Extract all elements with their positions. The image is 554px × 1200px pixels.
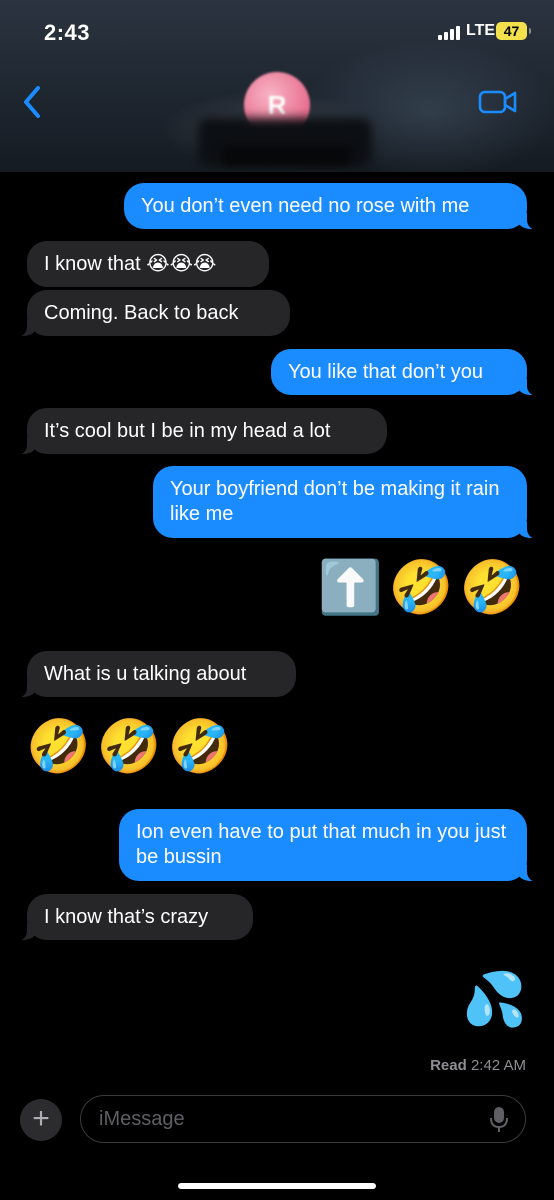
read-receipt: Read 2:42 AM [430, 1057, 526, 1074]
message-sent[interactable]: Ion even have to put that much in you ju… [119, 809, 537, 882]
video-camera-icon [478, 90, 517, 114]
message-sent[interactable]: You like that don’t you [271, 349, 537, 396]
message-sent[interactable]: Your boyfriend don’t be making it rain l… [153, 466, 537, 539]
input-placeholder: iMessage [99, 1108, 185, 1130]
battery-icon: 47 [496, 22, 531, 40]
message-received[interactable]: It’s cool but I be in my head a lot [17, 408, 387, 455]
plus-icon: + [32, 1102, 50, 1135]
imessage-input[interactable]: iMessage [80, 1095, 526, 1143]
message-sent[interactable]: You don’t even need no rose with me [124, 183, 537, 230]
read-label: Read [430, 1057, 467, 1074]
message-received[interactable]: I know that’s crazy [17, 894, 253, 941]
message-text: You don’t even need no rose with me [141, 195, 470, 217]
message-text: It’s cool but I be in my head a lot [44, 420, 331, 442]
home-indicator [178, 1183, 376, 1189]
back-button[interactable] [18, 84, 48, 120]
emoji-message-received[interactable]: 🤣🤣🤣 [26, 717, 238, 777]
message-text: Your boyfriend don’t be making it rain l… [170, 478, 500, 525]
status-time: 2:43 [44, 20, 91, 45]
emoji-message-sent[interactable]: ⬆️🤣🤣 [318, 558, 530, 618]
message-text: I know that’s crazy [44, 906, 209, 928]
message-text: I know that 😭😭😭 [44, 253, 217, 275]
network-type: LTE [466, 22, 496, 39]
signal-icon [438, 26, 464, 40]
message-received[interactable]: Coming. Back to back [17, 290, 290, 337]
add-attachment-button[interactable]: + [20, 1099, 62, 1141]
message-received[interactable]: What is u talking about [17, 651, 296, 698]
read-time: 2:42 AM [470, 1057, 526, 1074]
chevron-left-icon [24, 86, 40, 118]
facetime-video-button[interactable] [478, 88, 518, 116]
microphone-icon[interactable] [489, 1106, 509, 1134]
message-text: Coming. Back to back [44, 302, 239, 324]
emoji-message-sent[interactable]: 💦 [462, 970, 533, 1030]
message-received[interactable]: I know that 😭😭😭 [27, 241, 269, 287]
message-text: What is u talking about [44, 663, 247, 685]
message-text: Ion even have to put that much in you ju… [136, 821, 507, 868]
message-text: You like that don’t you [288, 361, 483, 383]
conversation-header: 2:43 LTE 47 R [0, 0, 554, 172]
